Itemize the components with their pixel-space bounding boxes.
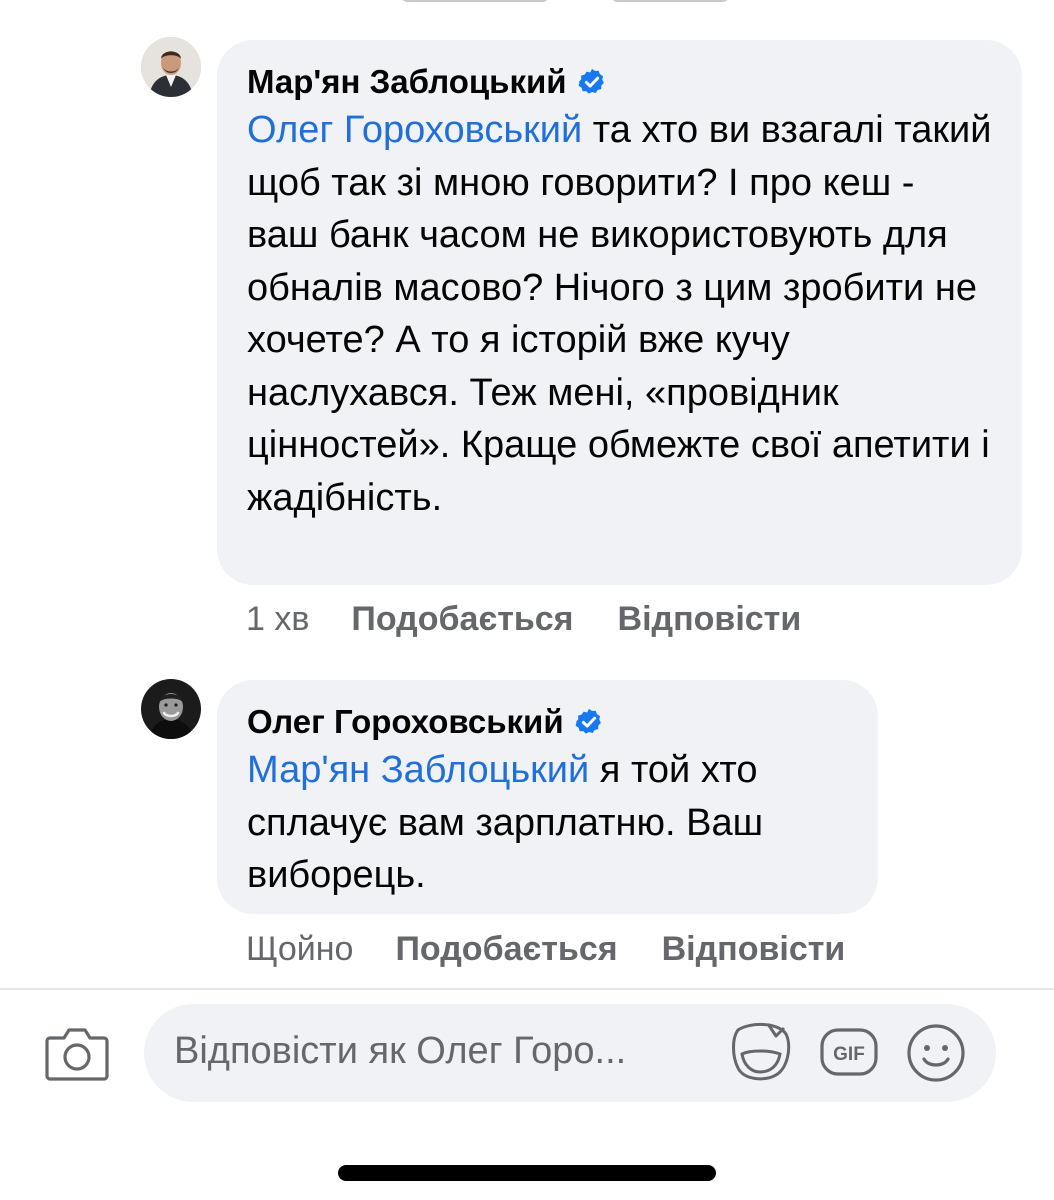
gif-icon[interactable]: GIF bbox=[818, 1024, 880, 1080]
avatar-photo-icon bbox=[141, 37, 201, 97]
like-button[interactable]: Подобається bbox=[351, 600, 573, 639]
home-indicator[interactable] bbox=[338, 1165, 716, 1181]
avatar-photo-icon bbox=[141, 679, 201, 739]
comment-meta: 1 хв Подобається Відповісти bbox=[246, 600, 845, 639]
comment-text: Олег Гороховський та хто ви взагалі таки… bbox=[247, 104, 992, 524]
comment-meta: Щойно Подобається Відповісти bbox=[246, 930, 889, 969]
reply-input-placeholder: Відповісти як Олег Горо... bbox=[174, 1030, 627, 1072]
comment-bubble: Мар'ян Заблоцький Олег Гороховський та х… bbox=[217, 40, 1022, 585]
sticker-icon[interactable] bbox=[730, 1020, 792, 1084]
comment-author[interactable]: Мар'ян Заблоцький bbox=[247, 62, 992, 102]
reply-button[interactable]: Відповісти bbox=[662, 930, 846, 969]
avatar[interactable] bbox=[141, 37, 201, 97]
comment-time[interactable]: 1 хв bbox=[246, 600, 309, 639]
mention-link[interactable]: Олег Гороховський bbox=[247, 109, 582, 151]
verified-badge-icon bbox=[578, 68, 604, 94]
previous-content-fragment bbox=[400, 0, 760, 4]
camera-icon[interactable] bbox=[44, 1022, 110, 1082]
comment-body: та хто ви взагалі такий щоб так зі мною … bbox=[247, 109, 992, 519]
comment-time[interactable]: Щойно bbox=[246, 930, 353, 969]
author-name[interactable]: Мар'ян Заблоцький bbox=[247, 62, 567, 102]
emoji-icon[interactable] bbox=[905, 1022, 967, 1084]
verified-badge-icon bbox=[575, 708, 601, 734]
comment-bubble: Олег Гороховський Мар'ян Заблоцький я то… bbox=[217, 680, 878, 914]
mention-link[interactable]: Мар'ян Заблоцький bbox=[247, 749, 589, 791]
reply-button[interactable]: Відповісти bbox=[618, 600, 802, 639]
gif-icon-label: GIF bbox=[833, 1044, 865, 1065]
author-name[interactable]: Олег Гороховський bbox=[247, 702, 564, 742]
comment-text: Мар'ян Заблоцький я той хто сплачує вам … bbox=[247, 744, 848, 902]
avatar[interactable] bbox=[141, 679, 201, 739]
like-button[interactable]: Подобається bbox=[395, 930, 617, 969]
comment-author[interactable]: Олег Гороховський bbox=[247, 702, 848, 742]
